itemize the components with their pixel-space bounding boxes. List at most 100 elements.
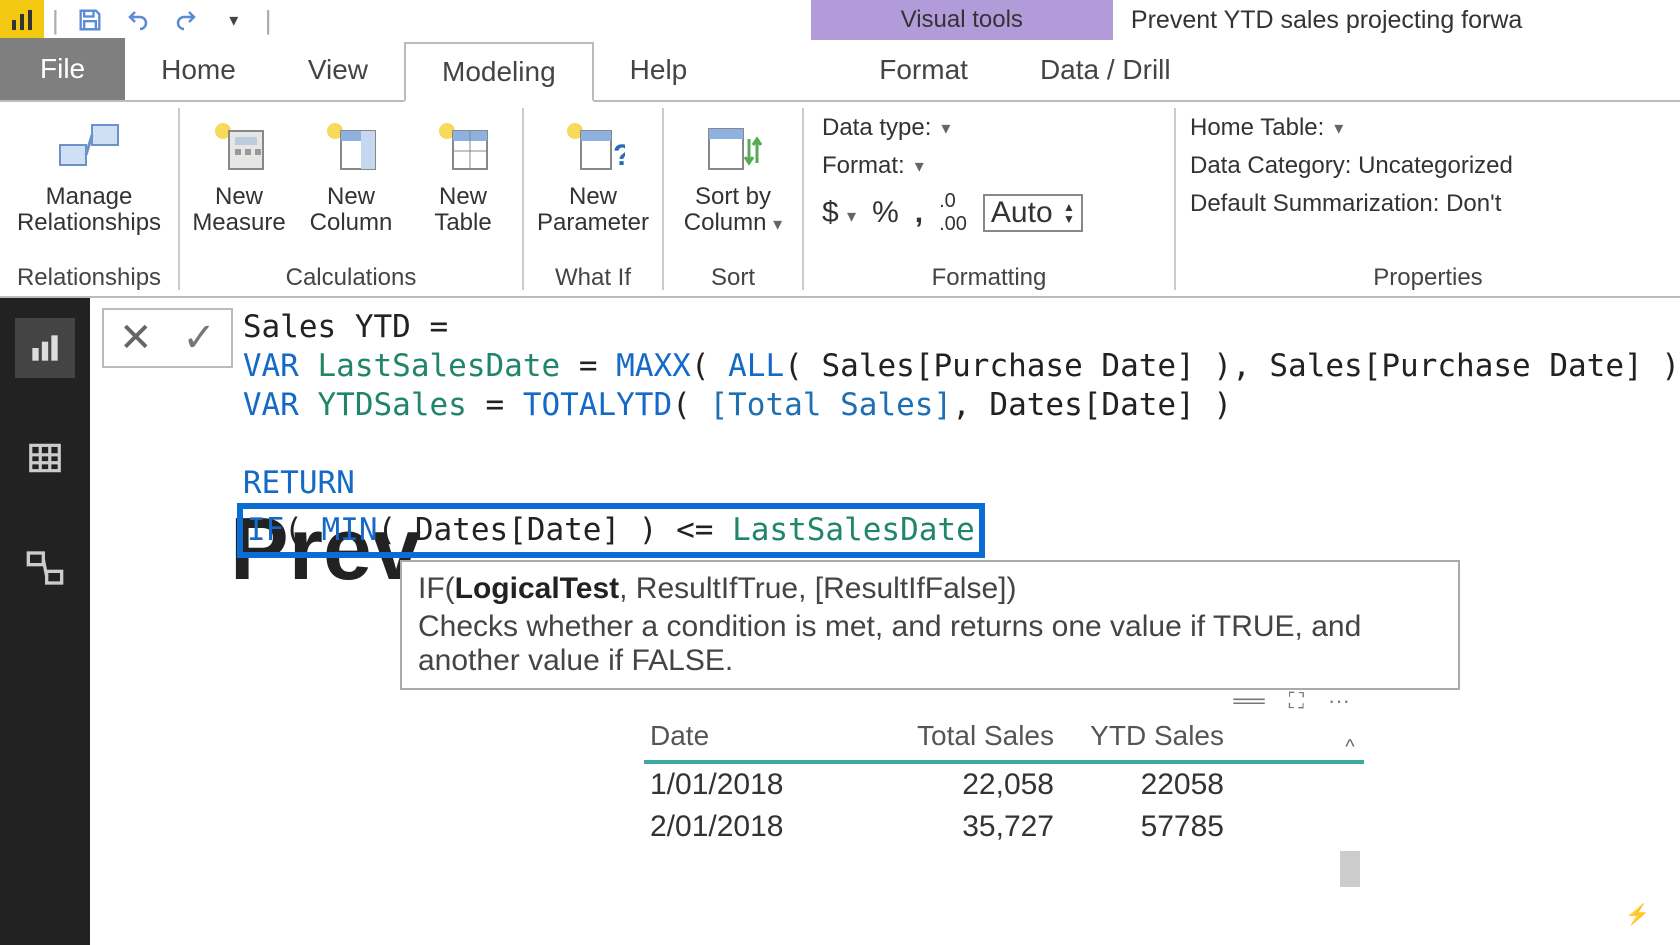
tab-help[interactable]: Help [594,40,724,100]
group-label: Formatting [932,262,1047,294]
table-row: 2/01/2018 35,727 57785 [644,806,1364,848]
button-label: New Table [434,180,491,237]
formula-bar: ✕ ✓ Sales YTD = VAR LastSalesDate = MAXX… [90,298,1680,558]
decimal-icon[interactable]: .0.00 [939,190,967,236]
undo-button[interactable] [121,3,155,37]
tab-data-drill[interactable]: Data / Drill [1004,40,1207,100]
model-view-button[interactable] [15,538,75,598]
new-table-button[interactable]: New Table [408,108,518,243]
tab-view[interactable]: View [272,40,404,100]
button-label: New Parameter [537,180,649,237]
tab-file[interactable]: File [0,38,125,100]
tab-format[interactable]: Format [843,40,1004,100]
save-button[interactable] [73,3,107,37]
sort-by-column-button[interactable]: Sort by Column ▾ [668,108,798,243]
group-properties: Home Table: ▾ Data Category: Uncategoriz… [1176,102,1680,296]
cell-date: 2/01/2018 [644,810,854,844]
redo-button[interactable] [169,3,203,37]
table-header-row: Date Total Sales YTD Sales [644,716,1364,764]
format-dropdown[interactable]: ▾ [915,156,924,177]
qat-dropdown[interactable]: ▾ [217,3,251,37]
cell-ytd: 22058 [1054,768,1224,802]
formula-editor[interactable]: Sales YTD = VAR LastSalesDate = MAXX( AL… [243,308,1680,558]
data-type-label: Data type: [822,114,931,142]
home-table-label: Home Table: [1190,114,1324,142]
tab-home[interactable]: Home [125,40,272,100]
table-icon [428,114,498,180]
svg-text:?: ? [613,139,625,172]
table-scrollbar[interactable]: ^ [1336,736,1364,936]
new-column-button[interactable]: New Column [296,108,406,243]
ribbon-tabs: File Home View Modeling Help Format Data… [0,40,1680,102]
data-type-dropdown[interactable]: ▾ [941,118,950,139]
document-title: Prevent YTD sales projecting forwa [1113,6,1680,35]
group-relationships: Manage Relationships Relationships [0,102,178,296]
button-label: Manage Relationships [17,180,161,237]
more-options-icon[interactable]: ··· [1328,688,1350,714]
comma-button[interactable]: , [915,196,923,230]
parameter-icon: ? [558,114,628,180]
new-parameter-button[interactable]: ? New Parameter [528,108,658,243]
column-header-ytd[interactable]: YTD Sales [1054,720,1224,752]
column-header-total[interactable]: Total Sales [854,720,1054,752]
format-label: Format: [822,152,905,180]
commit-formula-button[interactable]: ✓ [167,310,230,366]
highlighted-formula-segment: IF( MIN( Dates[Date] ) <= LastSalesDate [237,503,985,558]
default-summarization-label: Default Summarization: Don't [1190,190,1501,218]
button-label: New Column [310,180,393,237]
cell-ytd: 57785 [1054,810,1224,844]
stepper-value: Auto [991,196,1053,230]
column-icon [316,114,386,180]
currency-button[interactable]: $ ▾ [822,196,856,230]
app-icon [0,0,44,40]
watermark-icon: ⚡ [1625,902,1650,927]
group-label: Sort [711,262,755,294]
group-calculations: New Measure New Column New Table Calcula… [180,102,522,296]
home-table-dropdown[interactable]: ▾ [1334,118,1343,139]
button-label: New Measure [192,180,285,237]
scroll-thumb[interactable] [1340,851,1360,887]
table-row: 1/01/2018 22,058 22058 [644,764,1364,806]
title-bar: | ▾ | Visual tools Prevent YTD sales pro… [0,0,1680,40]
intellisense-tooltip: IF(LogicalTest, ResultIfTrue, [ResultIfF… [400,560,1460,690]
cell-date: 1/01/2018 [644,768,854,802]
group-whatif: ? New Parameter What If [524,102,662,296]
button-label: Sort by Column ▾ [684,180,782,237]
ribbon: Manage Relationships Relationships New M… [0,102,1680,298]
cancel-formula-button[interactable]: ✕ [104,310,167,366]
decimal-places-stepper[interactable]: Auto ▲▼ [983,194,1083,232]
tooltip-signature: IF(LogicalTest, ResultIfTrue, [ResultIfF… [418,572,1442,606]
view-nav-rail [0,298,90,945]
group-label: Properties [1373,262,1482,294]
drag-handle-icon[interactable]: ══ [1233,688,1264,714]
report-view-button[interactable] [15,318,75,378]
contextual-tab-visual-tools[interactable]: Visual tools [811,0,1113,40]
group-label: What If [555,262,631,294]
tooltip-description: Checks whether a condition is met, and r… [418,610,1442,678]
new-measure-button[interactable]: New Measure [184,108,294,243]
report-canvas: Prev ✕ ✓ Sales YTD = VAR LastSalesDate =… [90,298,1680,945]
data-category-label: Data Category: Uncategorized [1190,152,1513,180]
cell-total: 22,058 [854,768,1054,802]
manage-relationships-button[interactable]: Manage Relationships [4,108,174,243]
percent-button[interactable]: % [872,196,899,230]
data-table: Date Total Sales YTD Sales 1/01/2018 22,… [644,716,1364,848]
visual-action-bar: ══ ⛶ ··· [644,686,1364,716]
tab-modeling[interactable]: Modeling [404,42,594,102]
formula-controls: ✕ ✓ [102,308,233,368]
cell-total: 35,727 [854,810,1054,844]
separator: | [265,5,272,36]
separator: | [52,5,59,36]
group-sort: Sort by Column ▾ Sort [664,102,802,296]
relationships-icon [54,114,124,180]
focus-mode-icon[interactable]: ⛶ [1289,688,1304,714]
group-label: Relationships [17,262,161,294]
group-formatting: Data type: ▾ Format: ▾ $ ▾ % , .0.00 Aut… [804,102,1174,296]
column-header-date[interactable]: Date [644,720,854,752]
group-label: Calculations [286,262,417,294]
data-view-button[interactable] [15,428,75,488]
scroll-up-icon[interactable]: ^ [1336,736,1364,759]
sort-icon [698,114,768,180]
table-visual[interactable]: ══ ⛶ ··· Date Total Sales YTD Sales 1/01… [644,686,1364,848]
work-area: Prev ✕ ✓ Sales YTD = VAR LastSalesDate =… [0,298,1680,945]
